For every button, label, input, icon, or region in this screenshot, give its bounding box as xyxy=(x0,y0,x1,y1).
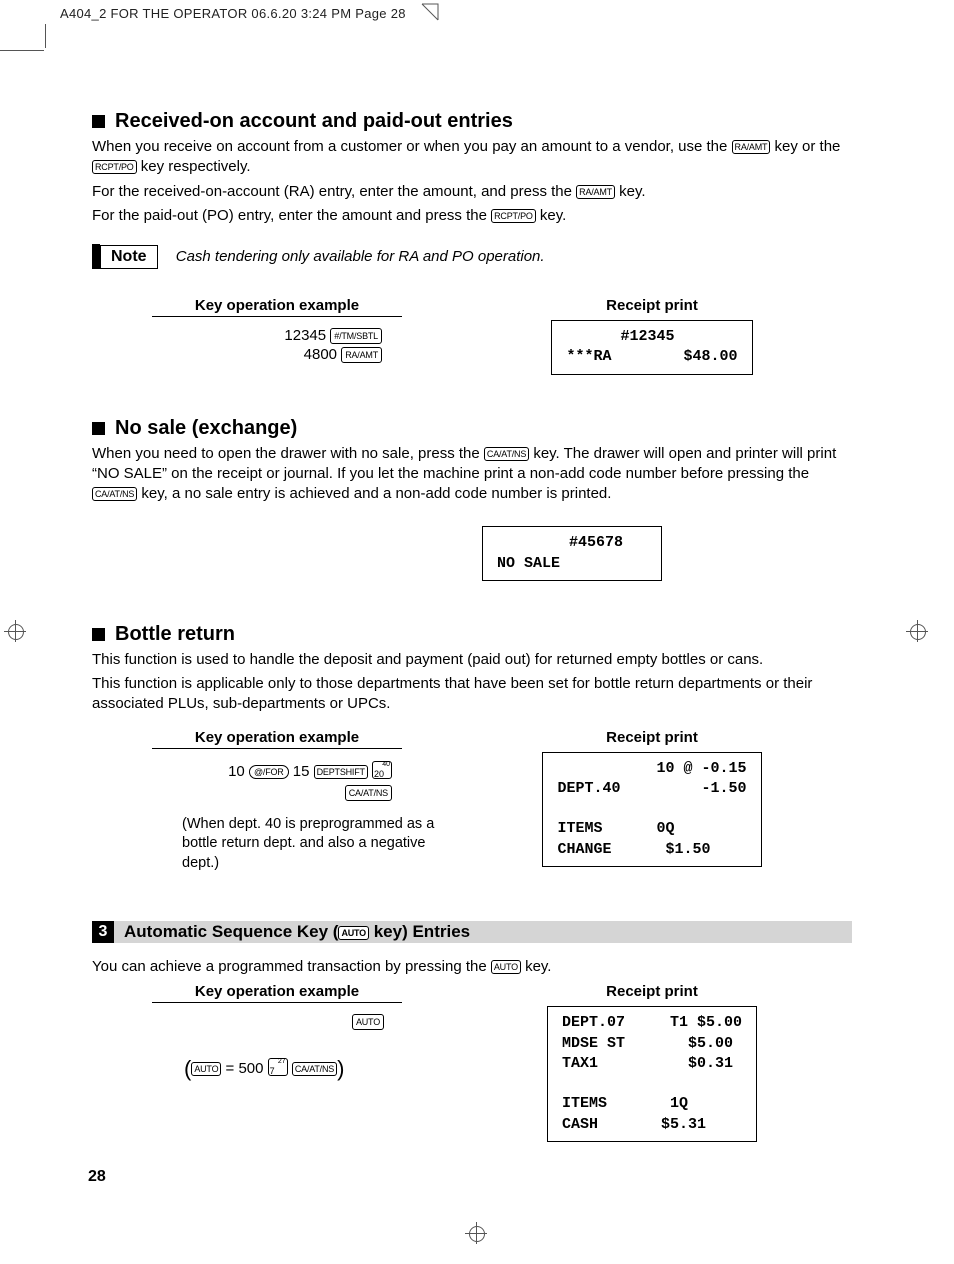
example-row: Key operation example 12345 #/TM/SBTL 48… xyxy=(92,297,852,375)
key-op-heading: Key operation example xyxy=(152,729,402,749)
heading-text: No sale (exchange) xyxy=(115,417,297,439)
atfor-key-icon: @/FOR xyxy=(249,765,289,779)
auto-eq-line: (AUTO = 500 277 CA/AT/NS) xyxy=(92,1056,452,1082)
raamt-key-icon: RA/AMT xyxy=(576,185,615,199)
paragraph: You can achieve a programmed transaction… xyxy=(92,957,852,977)
note-marker-icon xyxy=(92,244,100,269)
section-heading: No sale (exchange) xyxy=(92,417,852,440)
note-label: Note xyxy=(100,245,158,269)
auto-key-icon: AUTO xyxy=(338,926,369,940)
example-row: Key operation example 10 @/FOR 15 DEPTSH… xyxy=(92,729,852,874)
receipt-print: #45678 NO SALE xyxy=(482,526,662,581)
crop-mark xyxy=(0,50,44,51)
page: A404_2 FOR THE OPERATOR 06.6.20 3:24 PM … xyxy=(0,0,954,1264)
header-slug: A404_2 FOR THE OPERATOR 06.6.20 3:24 PM … xyxy=(60,6,406,21)
page-number: 28 xyxy=(88,1168,106,1186)
key-op-note: (When dept. 40 is preprogrammed as a bot… xyxy=(92,815,452,874)
paragraph: This function is used to handle the depo… xyxy=(92,650,852,670)
crop-mark xyxy=(45,24,46,48)
key-op-heading: Key operation example xyxy=(152,297,402,317)
square-bullet-icon xyxy=(92,628,105,641)
registration-mark-icon xyxy=(906,620,928,642)
caatns-key-icon: CA/AT/NS xyxy=(292,1062,337,1076)
caatns-key-icon: CA/AT/NS xyxy=(92,487,137,501)
paragraph: For the paid-out (PO) entry, enter the a… xyxy=(92,206,852,226)
auto-key-icon: AUTO xyxy=(191,1062,221,1076)
receipt-heading: Receipt print xyxy=(562,729,742,746)
receipt-heading: Receipt print xyxy=(562,297,742,314)
key-op-line: 10 @/FOR 15 DEPTSHIFT 4020 xyxy=(92,761,452,780)
registration-mark-icon xyxy=(4,620,26,642)
square-bullet-icon xyxy=(92,115,105,128)
raamt-key-icon: RA/AMT xyxy=(341,347,382,363)
rcptpo-key-icon: RCPT/PO xyxy=(491,209,536,223)
key-op-heading: Key operation example xyxy=(152,983,402,1003)
section-bar-title: Automatic Sequence Key (AUTO key) Entrie… xyxy=(124,922,470,942)
key-op-lines: 12345 #/TM/SBTL 4800 RA/AMT xyxy=(92,327,452,363)
receipt-print: 10 @ -0.15 DEPT.40 -1.50 ITEMS 0Q CHANGE… xyxy=(542,752,761,867)
heading-text: Bottle return xyxy=(115,623,235,645)
dept-key-icon: 4020 xyxy=(372,761,392,779)
paragraph: For the received-on-account (RA) entry, … xyxy=(92,182,852,202)
receipt-row: #45678 NO SALE xyxy=(92,520,852,581)
key-op-line: AUTO xyxy=(92,1013,452,1030)
paragraph: When you need to open the drawer with no… xyxy=(92,444,852,505)
tmsbtl-key-icon: #/TM/SBTL xyxy=(330,328,382,344)
caatns-key-icon: CA/AT/NS xyxy=(484,447,529,461)
caatns-key-icon: CA/AT/NS xyxy=(345,785,392,801)
key-op-line: CA/AT/NS xyxy=(92,784,452,801)
deptshift-key-icon: DEPTSHIFT xyxy=(314,765,368,779)
receipt-print: #12345 ***RA $48.00 xyxy=(551,320,752,375)
receipt-print: DEPT.07 T1 $5.00 MDSE ST $5.00 TAX1 $0.3… xyxy=(547,1006,757,1142)
section-heading: Bottle return xyxy=(92,623,852,646)
square-bullet-icon xyxy=(92,422,105,435)
numbered-section-bar: 3 Automatic Sequence Key (AUTO key) Entr… xyxy=(92,921,852,943)
paragraph: When you receive on account from a custo… xyxy=(92,137,852,178)
registration-mark-icon xyxy=(465,1222,487,1244)
example-row: Key operation example AUTO (AUTO = 500 2… xyxy=(92,983,852,1142)
auto-key-icon: AUTO xyxy=(352,1014,384,1030)
dept-key-icon: 277 xyxy=(268,1058,288,1076)
rcptpo-key-icon: RCPT/PO xyxy=(92,160,137,174)
note-row: Note Cash tendering only available for R… xyxy=(92,244,852,269)
raamt-key-icon: RA/AMT xyxy=(732,140,771,154)
section-heading: Received-on account and paid-out entries xyxy=(92,110,852,133)
section-number: 3 xyxy=(92,921,114,943)
paragraph: This function is applicable only to thos… xyxy=(92,674,852,715)
corner-fold-icon xyxy=(420,2,440,22)
receipt-heading: Receipt print xyxy=(562,983,742,1000)
heading-text: Received-on account and paid-out entries xyxy=(115,110,513,132)
content-area: Received-on account and paid-out entries… xyxy=(92,110,852,1142)
note-text: Cash tendering only available for RA and… xyxy=(176,248,545,265)
auto-key-icon: AUTO xyxy=(491,960,521,974)
